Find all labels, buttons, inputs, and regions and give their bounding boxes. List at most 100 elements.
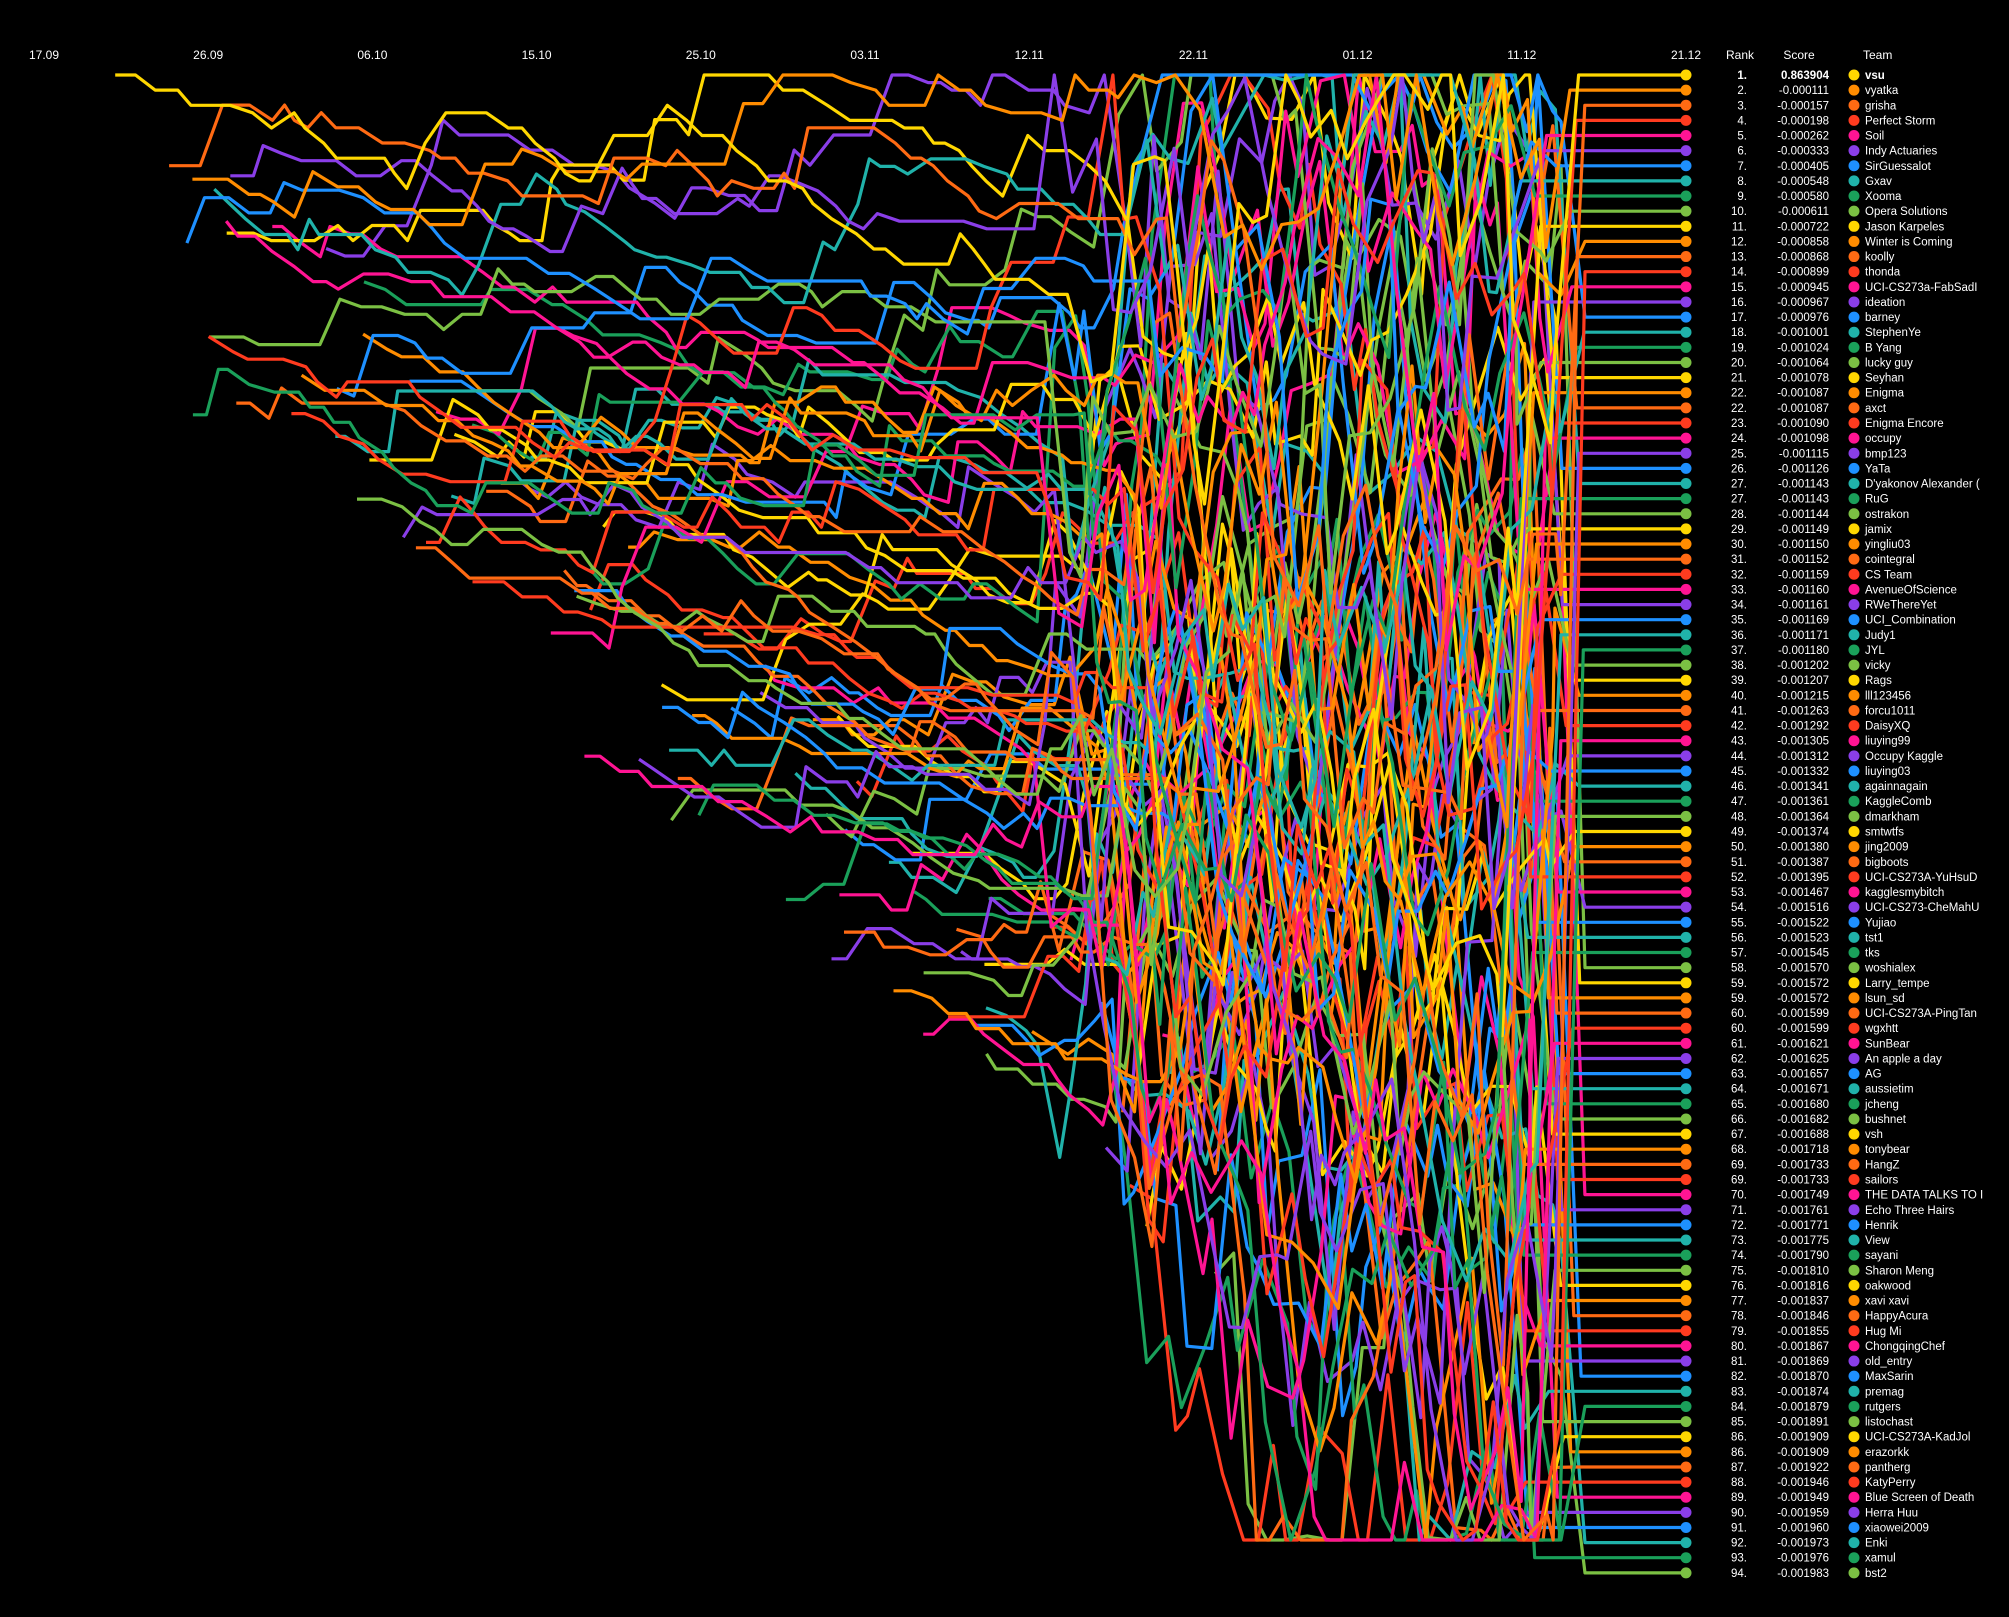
legend-team-name: Henrik <box>1865 1220 1898 1232</box>
legend-color-dot <box>1848 99 1860 111</box>
legend-rank: 46. <box>1731 781 1747 793</box>
line-end-marker <box>1680 674 1692 686</box>
legend-rank: 43. <box>1731 736 1747 748</box>
legend-score: -0.001837 <box>1777 1296 1829 1308</box>
legend-rank: 23. <box>1731 418 1747 430</box>
legend-rank: 55. <box>1731 917 1747 929</box>
legend-rank: 4. <box>1737 115 1747 127</box>
legend-score: -0.001973 <box>1777 1538 1829 1550</box>
legend-team-name: Enigma Encore <box>1865 418 1944 430</box>
legend-rank: 27. <box>1731 479 1747 491</box>
legend-team-name: Blue Screen of Death <box>1865 1492 1974 1504</box>
legend-team-name: Judy1 <box>1865 630 1896 642</box>
line-end-marker <box>1680 1400 1692 1412</box>
legend-rank: 78. <box>1731 1311 1747 1323</box>
x-tick-label: 15.10 <box>522 48 552 62</box>
legend-color-dot <box>1848 1052 1860 1064</box>
legend-score: -0.001867 <box>1777 1341 1829 1353</box>
legend-score: -0.001749 <box>1777 1190 1829 1202</box>
legend-color-dot <box>1848 977 1860 989</box>
line-end-marker <box>1680 175 1692 187</box>
line-end-marker <box>1680 326 1692 338</box>
legend-color-dot <box>1848 1264 1860 1276</box>
legend-rank: 45. <box>1731 766 1747 778</box>
legend-rank: 25. <box>1731 448 1747 460</box>
legend-team-name: StephenYe <box>1865 327 1921 339</box>
legend-rank: 35. <box>1731 615 1747 627</box>
legend-score: -0.001332 <box>1777 766 1829 778</box>
legend-rank: 27. <box>1731 494 1747 506</box>
legend-color-dot <box>1848 69 1860 81</box>
legend-color-dot <box>1848 387 1860 399</box>
legend-team-name: D'yakonov Alexander ( <box>1865 479 1980 491</box>
legend-color-dot <box>1848 84 1860 96</box>
legend-color-dot <box>1848 1310 1860 1322</box>
legend-color-dot <box>1848 1022 1860 1034</box>
legend-rank: 65. <box>1731 1099 1747 1111</box>
line-end-marker <box>1680 69 1692 81</box>
legend-team-name: liuying03 <box>1865 766 1910 778</box>
legend-score: -0.001874 <box>1777 1386 1829 1398</box>
legend-color-dot <box>1848 553 1860 565</box>
legend-score: -0.001682 <box>1777 1114 1829 1126</box>
legend-team-name: AvenueOfScience <box>1865 584 1957 596</box>
legend-team-name: Sharon Meng <box>1865 1265 1934 1277</box>
legend-team-name: jcheng <box>1864 1099 1899 1111</box>
legend-color-dot <box>1848 175 1860 187</box>
legend-color-dot <box>1848 780 1860 792</box>
line-end-marker <box>1680 1219 1692 1231</box>
line-end-marker <box>1680 1264 1692 1276</box>
legend-score: -0.001599 <box>1777 1023 1829 1035</box>
legend-team-name: Occupy Kaggle <box>1865 751 1943 763</box>
legend-team-name: UCI-CS273-CheMahU <box>1865 902 1979 914</box>
legend-team-name: xiaowei2009 <box>1865 1522 1929 1534</box>
legend-team-name: vyatka <box>1865 85 1899 97</box>
legend-team-name: Winter is Coming <box>1865 236 1953 248</box>
legend-score: -0.001395 <box>1777 872 1829 884</box>
legend-score: -0.001790 <box>1777 1250 1829 1262</box>
legend-team-name: Enigma <box>1865 388 1905 400</box>
legend-score: -0.000722 <box>1777 221 1829 233</box>
line-end-marker <box>1680 99 1692 111</box>
line-end-marker <box>1680 296 1692 308</box>
legend-color-dot <box>1848 704 1860 716</box>
line-end-marker <box>1680 1567 1692 1579</box>
line-end-marker <box>1680 871 1692 883</box>
line-end-marker <box>1680 478 1692 490</box>
line-end-marker <box>1680 1173 1692 1185</box>
line-end-marker <box>1680 1113 1692 1125</box>
legend-color-dot <box>1848 1037 1860 1049</box>
legend-team-name: CS Team <box>1865 569 1912 581</box>
legend-color-dot <box>1848 629 1860 641</box>
legend-color-dot <box>1848 826 1860 837</box>
legend-rank: 75. <box>1731 1265 1747 1277</box>
legend-team-name: Rags <box>1865 675 1892 687</box>
line-end-marker <box>1680 1325 1692 1337</box>
legend-rank: 76. <box>1731 1280 1747 1292</box>
legend-team-name: koolly <box>1865 252 1895 264</box>
legend-score: -0.001733 <box>1777 1159 1829 1171</box>
legend-color-dot <box>1848 901 1860 913</box>
legend-color-dot <box>1848 962 1860 974</box>
legend-rank: 60. <box>1731 1008 1747 1020</box>
legend-color-dot <box>1848 1007 1860 1019</box>
legend-score: -0.001909 <box>1777 1432 1829 1444</box>
legend-rank: 86. <box>1731 1447 1747 1459</box>
legend-team-name: Seyhan <box>1865 373 1904 385</box>
line-end-marker <box>1680 735 1692 747</box>
legend-color-dot <box>1848 1189 1860 1201</box>
legend-score: -0.000868 <box>1777 252 1829 264</box>
line-end-marker <box>1680 704 1692 716</box>
legend-rank: 2. <box>1737 85 1747 97</box>
line-end-marker <box>1680 145 1692 157</box>
line-end-marker <box>1680 130 1692 142</box>
legend-color-dot <box>1848 251 1860 263</box>
line-end-marker <box>1680 447 1692 459</box>
legend-color-dot <box>1848 750 1860 762</box>
legend-rank: 53. <box>1731 887 1747 899</box>
legend-team-name: ChongqingChef <box>1865 1341 1946 1353</box>
legend-color-dot <box>1848 523 1860 535</box>
legend-color-dot <box>1848 508 1860 520</box>
legend-team-name: Indy Actuaries <box>1865 146 1937 158</box>
legend-team-name: An apple a day <box>1865 1053 1942 1065</box>
